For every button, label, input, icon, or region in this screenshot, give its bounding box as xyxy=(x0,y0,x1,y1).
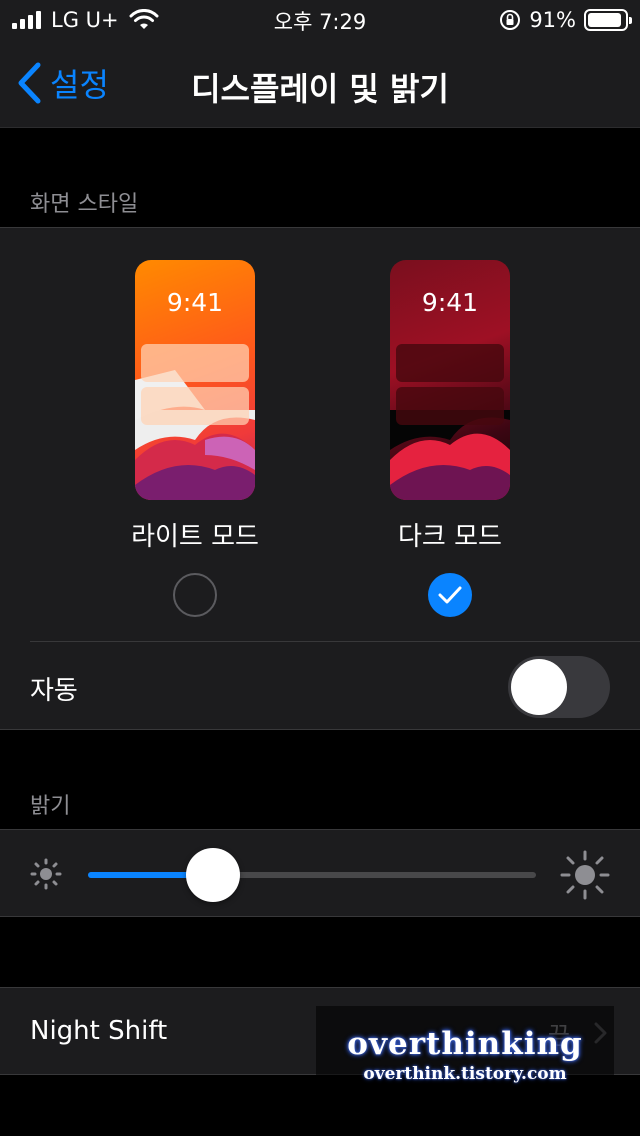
dark-preview-widget xyxy=(396,387,504,425)
auto-toggle[interactable] xyxy=(508,656,610,718)
battery-icon xyxy=(584,9,632,31)
night-shift-label: Night Shift xyxy=(30,1016,168,1046)
watermark-url: overthink.tistory.com xyxy=(363,1064,567,1084)
watermark-title: overthinking xyxy=(347,1026,583,1062)
dark-mode-label: 다크 모드 xyxy=(398,522,502,552)
brightness-slider[interactable] xyxy=(88,848,536,902)
dark-mode-preview: 9:41 xyxy=(390,260,510,500)
appearance-section-header: 화면 스타일 xyxy=(30,192,139,217)
light-preview-time: 9:41 xyxy=(166,288,224,317)
display-brightness-screen: LG U+ 오후 7:29 91% 설정 디스플레이 및 밝기 화면 스타일 9… xyxy=(0,0,640,1136)
dark-preview-time: 9:41 xyxy=(421,288,479,317)
battery-percentage: 91% xyxy=(529,8,576,32)
divider xyxy=(30,641,640,642)
light-mode-preview: 9:41 xyxy=(135,260,255,500)
dark-mode-option[interactable]: 9:41 다크 모드 xyxy=(350,260,550,617)
light-preview-widget xyxy=(141,387,249,425)
brightness-section-header: 밝기 xyxy=(30,794,71,819)
auto-label: 자동 xyxy=(30,676,78,706)
orientation-lock-icon xyxy=(500,10,521,30)
light-mode-option[interactable]: 9:41 라이트 모드 xyxy=(95,260,295,617)
light-preview-widget xyxy=(141,344,249,382)
dark-preview-widget xyxy=(396,344,504,382)
light-mode-radio[interactable] xyxy=(173,573,217,617)
watermark: overthinking overthink.tistory.com xyxy=(316,1006,614,1106)
checkmark-icon xyxy=(438,586,462,604)
high-brightness-icon xyxy=(560,850,610,900)
toggle-knob xyxy=(511,659,567,715)
brightness-group xyxy=(0,829,640,917)
light-mode-label: 라이트 모드 xyxy=(131,522,259,552)
status-bar: LG U+ 오후 7:29 91% xyxy=(0,0,640,40)
navigation-bar: 설정 디스플레이 및 밝기 xyxy=(0,40,640,128)
page-title: 디스플레이 및 밝기 xyxy=(191,70,449,108)
brightness-slider-thumb[interactable] xyxy=(186,848,241,902)
low-brightness-icon xyxy=(30,858,62,890)
appearance-group: 9:41 라이트 모드 9:41 다크 모드 자동 xyxy=(0,227,640,730)
dark-mode-radio[interactable] xyxy=(428,573,472,617)
